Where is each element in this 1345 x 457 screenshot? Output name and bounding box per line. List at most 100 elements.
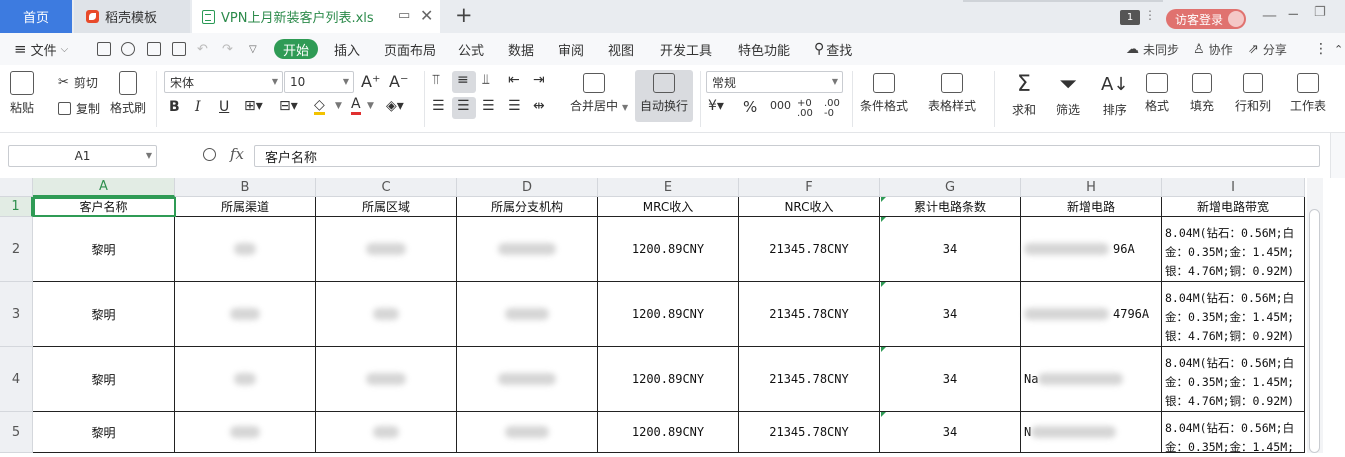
collab-button[interactable]: ♙ 协作: [1193, 33, 1233, 65]
formula-input[interactable]: 客户名称: [254, 145, 1320, 167]
align-middle-icon[interactable]: ≡: [457, 72, 469, 88]
justify-icon[interactable]: ☰: [508, 98, 521, 114]
menu-start[interactable]: 开始: [274, 39, 318, 59]
redacted-cell[interactable]: [175, 282, 316, 347]
circuit-count-cell[interactable]: 34: [880, 282, 1021, 347]
align-center-icon[interactable]: ☰: [457, 98, 470, 114]
underline-icon[interactable]: U: [219, 99, 229, 115]
bandwidth-cell[interactable]: 8.04M(钻石：0.56M;白 金：0.35M;金：1.45M; 银：4.76…: [1162, 282, 1305, 347]
increase-font-icon[interactable]: A⁺: [361, 72, 380, 91]
name-box[interactable]: A1 ▼: [8, 145, 157, 167]
share-button[interactable]: ⇗ 分享: [1248, 33, 1287, 65]
circuit-count-cell[interactable]: 34: [880, 412, 1021, 453]
circuit-count-cell[interactable]: 34: [880, 347, 1021, 412]
conditional-format-button[interactable]: 条件格式: [860, 73, 908, 114]
menu-formula[interactable]: 公式: [458, 33, 484, 65]
scrollbar-thumb[interactable]: [1309, 209, 1320, 453]
column-header-e[interactable]: E: [598, 178, 739, 197]
distribute-icon[interactable]: ⇹: [533, 98, 545, 114]
new-circuit-cell[interactable]: 4796A: [1021, 282, 1162, 347]
quick-access-dropdown-icon[interactable]: ▽: [249, 33, 257, 65]
paste-button[interactable]: 粘贴: [10, 71, 34, 116]
export-icon[interactable]: [121, 42, 135, 56]
row-header-4[interactable]: 4: [0, 347, 33, 412]
thousands-icon[interactable]: 000: [770, 99, 791, 112]
menu-data[interactable]: 数据: [508, 33, 534, 65]
nrc-cell[interactable]: 21345.78CNY: [739, 347, 880, 412]
column-header-a[interactable]: A: [33, 178, 175, 197]
menu-icon[interactable]: ⋮: [1144, 8, 1156, 22]
row-header-5[interactable]: 5: [0, 412, 33, 453]
filter-button[interactable]: ⏷ 筛选: [1056, 73, 1080, 118]
column-header-d[interactable]: D: [457, 178, 598, 197]
italic-icon[interactable]: I: [195, 99, 201, 115]
decrease-decimal-icon[interactable]: .00 -0: [824, 99, 840, 119]
percent-icon[interactable]: %: [743, 98, 757, 116]
new-circuit-cell[interactable]: 96A: [1021, 217, 1162, 282]
header-cell[interactable]: 累计电路条数: [880, 197, 1021, 217]
zoom-icon[interactable]: [203, 148, 216, 161]
select-all-corner[interactable]: [0, 178, 33, 197]
redacted-cell[interactable]: [316, 282, 457, 347]
function-icon[interactable]: fx: [230, 145, 244, 163]
copy-button[interactable]: 复制: [58, 100, 100, 117]
header-cell[interactable]: 所属区域: [316, 197, 457, 217]
mrc-cell[interactable]: 1200.89CNY: [598, 282, 739, 347]
spreadsheet-grid[interactable]: A B C D E F G H I 1 2 3 4 5 客户名称 所属渠道 所属区域 所属分支机构 MRC收入 NRC…: [0, 178, 1345, 454]
wrap-text-button[interactable]: 自动换行: [640, 73, 688, 114]
redacted-cell[interactable]: [316, 217, 457, 282]
header-cell[interactable]: 新增电路带宽: [1162, 197, 1305, 217]
redo-icon[interactable]: ↷: [222, 33, 233, 65]
window-count-badge[interactable]: 1: [1120, 10, 1140, 25]
tab-home[interactable]: 首页: [0, 0, 72, 33]
circuit-count-cell[interactable]: 34: [880, 217, 1021, 282]
sync-status[interactable]: ☁ 未同步: [1126, 33, 1179, 65]
save-icon[interactable]: [97, 42, 111, 56]
bandwidth-cell[interactable]: 8.04M(钻石：0.56M;白 金：0.35M;金：1.45M;: [1162, 412, 1305, 454]
column-header-f[interactable]: F: [739, 178, 880, 197]
align-left-icon[interactable]: ☰: [432, 98, 445, 114]
bandwidth-cell[interactable]: 8.04M(钻石：0.56M;白 金：0.35M;金：1.45M; 银：4.76…: [1162, 347, 1305, 412]
customer-name-cell[interactable]: 黎明: [33, 282, 175, 347]
column-header-g[interactable]: G: [880, 178, 1021, 197]
row-col-button[interactable]: 行和列: [1235, 73, 1271, 114]
mrc-cell[interactable]: 1200.89CNY: [598, 347, 739, 412]
restore-window-icon[interactable]: ❐: [1314, 5, 1326, 20]
restore-tab-icon[interactable]: ▭: [398, 8, 410, 23]
redacted-cell[interactable]: [175, 412, 316, 453]
worksheet-button[interactable]: 工作表: [1290, 73, 1326, 114]
bold-icon[interactable]: B: [169, 99, 180, 115]
indent-decrease-icon[interactable]: ⇤: [508, 72, 520, 88]
menu-developer[interactable]: 开发工具: [660, 33, 712, 65]
format-button[interactable]: 格式: [1145, 73, 1169, 114]
row-header-2[interactable]: 2: [0, 217, 33, 282]
redacted-cell[interactable]: [457, 347, 598, 412]
customer-name-cell[interactable]: 黎明: [33, 217, 175, 282]
sort-button[interactable]: A↓ 排序: [1101, 73, 1128, 118]
collapse-ribbon-icon[interactable]: ⌃: [1334, 33, 1343, 65]
row-header-1[interactable]: 1: [0, 197, 33, 217]
header-cell[interactable]: 所属渠道: [175, 197, 316, 217]
menu-view[interactable]: 视图: [608, 33, 634, 65]
cell-fill-icon[interactable]: ⊟▾: [279, 98, 298, 114]
number-format-select[interactable]: 常规 ▼: [706, 71, 843, 93]
more-icon[interactable]: ⋮: [1314, 33, 1328, 65]
redacted-cell[interactable]: [175, 347, 316, 412]
minimize-icon[interactable]: —: [1262, 6, 1277, 24]
new-circuit-cell[interactable]: N: [1021, 412, 1162, 453]
fill-button[interactable]: 填充: [1190, 73, 1214, 114]
font-name-select[interactable]: 宋体 ▼: [164, 71, 283, 93]
decrease-font-icon[interactable]: A⁻: [389, 72, 408, 91]
column-header-b[interactable]: B: [175, 178, 316, 197]
chevron-down-icon[interactable]: ▼: [622, 103, 628, 112]
nrc-cell[interactable]: 21345.78CNY: [739, 217, 880, 282]
header-cell[interactable]: MRC收入: [598, 197, 739, 217]
currency-icon[interactable]: ¥▾: [708, 98, 724, 114]
close-tab-icon[interactable]: ✕: [420, 6, 433, 25]
bandwidth-cell[interactable]: 8.04M(钻石：0.56M;白 金：0.35M;金：1.45M; 银：4.76…: [1162, 217, 1305, 282]
search-button[interactable]: ⚲ 查找: [814, 33, 852, 65]
file-menu[interactable]: ≡ 文件 ⌵: [14, 33, 68, 65]
header-cell[interactable]: 新增电路: [1021, 197, 1162, 217]
cut-button[interactable]: ✂ 剪切: [58, 74, 98, 91]
new-circuit-cell[interactable]: Na: [1021, 347, 1162, 412]
